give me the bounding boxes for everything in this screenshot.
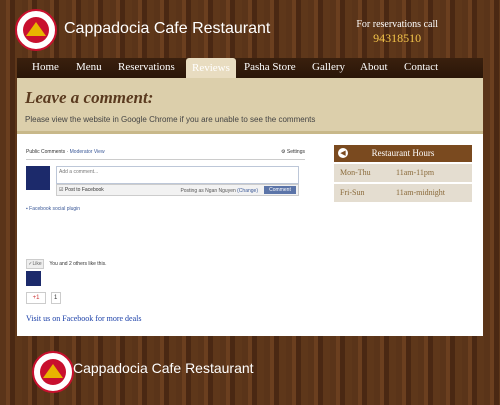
nav-item-pasha-store[interactable]: Pasha Store	[244, 61, 296, 73]
hours-day: Fri-Sun	[340, 188, 365, 197]
nav-item-gallery[interactable]: Gallery	[312, 61, 345, 73]
hours-time: 11am-11pm	[396, 168, 435, 177]
posting-as-label: Posting as Ngan Nguyen	[180, 188, 236, 194]
nav-item-reservations[interactable]: Reservations	[118, 61, 175, 73]
google-plus-widget: +1 1	[26, 292, 61, 304]
comments-header: Public Comments · Moderator View ⚙ Setti…	[26, 149, 305, 160]
nav-item-home[interactable]: Home	[32, 61, 59, 73]
logo-mountain-icon	[43, 364, 63, 378]
footer-title: Cappadocia Cafe Restaurant	[73, 360, 254, 376]
reservation-info: For reservations call 94318510	[356, 19, 438, 46]
site-header: Cappadocia Cafe Restaurant For reservati…	[0, 0, 500, 58]
moderator-view-link[interactable]: Moderator View	[70, 149, 105, 155]
nav-item-contact[interactable]: Contact	[404, 61, 438, 73]
restaurant-hours: ◀ Restaurant Hours Mon-Thu 11am-11pm Fri…	[334, 145, 472, 202]
facebook-deals-link[interactable]: Visit us on Facebook for more deals	[26, 314, 142, 323]
site-title[interactable]: Cappadocia Cafe Restaurant	[64, 20, 270, 38]
post-to-facebook-checkbox[interactable]: ☑ Post to Facebook	[59, 187, 104, 193]
settings-label: Settings	[286, 149, 305, 155]
public-comments-label: Public Comments	[26, 149, 66, 155]
comment-compose: Add a comment... ☑ Post to Facebook Post…	[26, 164, 305, 206]
hours-row: Mon-Thu 11am-11pm	[334, 164, 472, 182]
chevron-left-icon[interactable]: ◀	[338, 148, 348, 158]
avatar	[26, 166, 50, 190]
liker-avatar[interactable]	[26, 271, 41, 286]
browser-note: Please view the website in Google Chrome…	[25, 115, 316, 124]
main-nav: Home Menu Reservations Reviews Pasha Sto…	[17, 58, 483, 78]
like-row: ✓Like You and 2 others like this.	[26, 259, 106, 269]
facebook-icon: ▪	[26, 206, 28, 212]
reservation-phone: 94318510	[373, 31, 422, 45]
site-footer: Cappadocia Cafe Restaurant	[17, 336, 483, 396]
posting-as: Posting as Ngan Nguyen (Change)	[180, 188, 258, 194]
reservation-label: For reservations call	[356, 19, 438, 30]
comment-input[interactable]: Add a comment...	[56, 166, 299, 184]
like-count-text: You and 2 others like this.	[49, 261, 107, 267]
settings-link[interactable]: ⚙ Settings	[281, 149, 305, 155]
nav-item-reviews[interactable]: Reviews	[186, 58, 236, 78]
post-to-facebook-label: Post to Facebook	[64, 187, 104, 193]
comment-banner: Leave a comment: Please view the website…	[17, 78, 483, 134]
plugin-label: Facebook social plugin	[29, 206, 81, 212]
hours-day: Mon-Thu	[340, 168, 371, 177]
footer-logo-icon[interactable]	[32, 351, 74, 393]
like-button-label: Like	[32, 261, 42, 267]
like-button[interactable]: ✓Like	[26, 259, 44, 269]
facebook-plugin-link[interactable]: ▪ Facebook social plugin	[26, 206, 305, 212]
hours-time: 11am-midnight	[396, 188, 446, 197]
google-plus-count: 1	[50, 292, 61, 304]
comment-toolbar: ☑ Post to Facebook Posting as Ngan Nguye…	[56, 184, 299, 196]
change-link[interactable]: (Change)	[237, 188, 258, 194]
hours-row: Fri-Sun 11am-midnight	[334, 184, 472, 202]
nav-item-menu[interactable]: Menu	[76, 61, 102, 73]
page-title: Leave a comment:	[25, 88, 154, 107]
google-plus-button[interactable]: +1	[26, 292, 46, 304]
restaurant-logo-icon[interactable]	[15, 9, 57, 51]
hours-header: ◀ Restaurant Hours	[334, 145, 472, 162]
comment-button[interactable]: Comment	[264, 186, 296, 194]
main-content: Leave a comment: Please view the website…	[17, 78, 483, 336]
hours-title: Restaurant Hours	[371, 148, 435, 158]
logo-mountain-icon	[26, 22, 46, 36]
facebook-comments: Public Comments · Moderator View ⚙ Setti…	[26, 149, 305, 212]
nav-item-about[interactable]: About	[360, 61, 388, 73]
